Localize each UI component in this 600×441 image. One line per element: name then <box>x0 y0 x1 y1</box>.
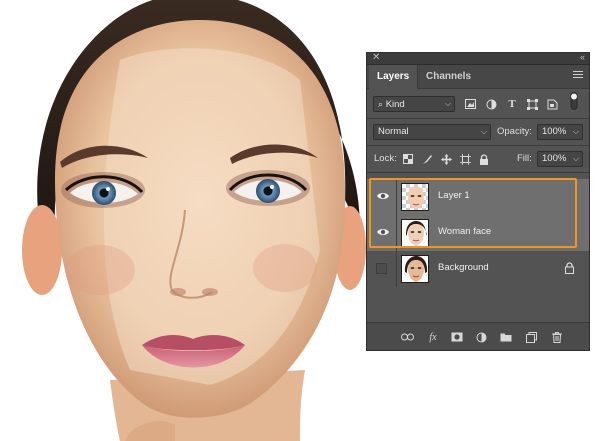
adjustment-filter-icon[interactable] <box>484 97 498 111</box>
adjustment-layer-icon[interactable] <box>474 330 488 344</box>
panel-tabs: Layers Channels <box>367 65 589 89</box>
filter-toggle-icon[interactable] <box>567 92 581 110</box>
divider <box>396 179 397 215</box>
lock-transparent-pixels-icon[interactable] <box>401 152 415 166</box>
add-mask-icon[interactable] <box>450 330 464 344</box>
tab-channels[interactable]: Channels <box>417 65 479 89</box>
layers-panel: ✕ ‹‹ Layers Channels ⌕ Kind ⌵ T Normal ⌵… <box>366 52 590 351</box>
trash-icon[interactable] <box>550 330 564 344</box>
layer-row-background[interactable]: Background <box>367 251 589 287</box>
layer-thumbnail <box>401 255 429 283</box>
opacity-label: Opacity: <box>497 126 532 137</box>
blend-row: Normal ⌵ Opacity: 100% ⌵ <box>367 119 589 145</box>
visibility-eye-icon[interactable] <box>376 225 390 239</box>
search-icon: ⌕ <box>378 99 384 109</box>
opacity-field[interactable]: 100% ⌵ <box>537 124 583 140</box>
panel-menu-icon[interactable] <box>573 71 583 80</box>
smart-object-filter-icon[interactable] <box>545 97 559 111</box>
chevron-down-icon: ⌵ <box>444 99 451 108</box>
layer-lock-icon[interactable] <box>564 262 575 274</box>
lock-label: Lock: <box>374 153 397 164</box>
lock-artboard-icon[interactable] <box>458 152 472 166</box>
tab-layers[interactable]: Layers <box>369 65 418 89</box>
lock-row: Lock: Fill: 100% ⌵ <box>367 146 589 172</box>
divider <box>396 251 397 287</box>
opacity-value: 100% <box>542 126 567 137</box>
layer-name: Layer 1 <box>438 190 470 201</box>
blend-mode-value: Normal <box>378 126 409 137</box>
visibility-eye-icon[interactable] <box>376 189 390 203</box>
filter-kind-select[interactable]: ⌕ Kind ⌵ <box>373 96 455 112</box>
image-filter-icon[interactable] <box>463 97 477 111</box>
layer-name: Background <box>438 262 489 273</box>
close-icon[interactable]: ✕ <box>372 52 380 63</box>
fill-field[interactable]: 100% ⌵ <box>537 151 583 167</box>
panel-titlebar: ✕ ‹‹ <box>367 52 589 65</box>
new-group-icon[interactable] <box>499 330 513 344</box>
type-filter-icon[interactable]: T <box>505 97 519 111</box>
divider <box>367 172 589 173</box>
visibility-toggle-box[interactable] <box>376 263 387 274</box>
fill-value: 100% <box>542 153 567 164</box>
layer-thumbnail <box>401 183 429 211</box>
chevron-down-icon: ⌵ <box>572 127 579 136</box>
collapse-icon[interactable]: ‹‹ <box>580 52 585 62</box>
layer-row-woman-face[interactable]: Woman face <box>367 215 589 251</box>
shape-filter-icon[interactable] <box>525 97 539 111</box>
divider <box>396 215 397 251</box>
chevron-down-icon: ⌵ <box>572 154 579 163</box>
lock-all-icon[interactable] <box>477 152 491 166</box>
blend-mode-select[interactable]: Normal ⌵ <box>373 124 491 140</box>
filter-row: ⌕ Kind ⌵ T <box>367 90 589 118</box>
chevron-down-icon: ⌵ <box>480 127 487 136</box>
new-layer-icon[interactable] <box>524 330 538 344</box>
filter-kind-value: Kind <box>385 99 405 110</box>
layer-row-layer-1[interactable]: Layer 1 <box>367 179 589 215</box>
layer-thumbnail <box>401 219 429 247</box>
fx-icon[interactable]: fx <box>426 330 440 344</box>
link-layers-icon[interactable] <box>400 330 414 344</box>
layers-bottom-toolbar: fx <box>367 322 589 350</box>
layer-name: Woman face <box>438 226 492 237</box>
fill-label: Fill: <box>517 153 532 164</box>
lock-position-icon[interactable] <box>439 152 453 166</box>
lock-image-pixels-icon[interactable] <box>420 152 434 166</box>
